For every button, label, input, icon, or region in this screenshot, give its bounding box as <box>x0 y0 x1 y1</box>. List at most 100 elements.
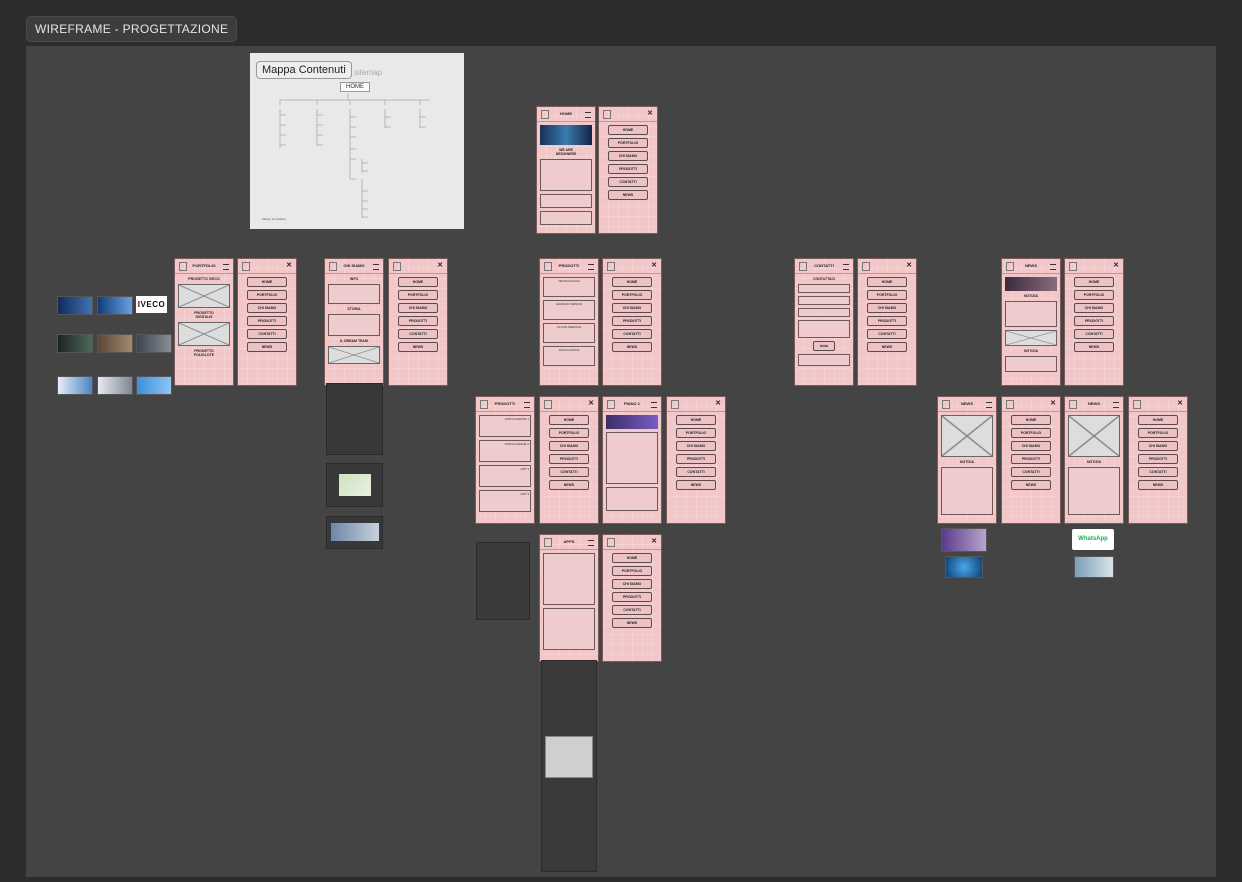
apps-menu-open[interactable]: ✕ HOME PORTFOLIO CHI SIAMO PRODOTTI CONT… <box>602 534 662 662</box>
product-card[interactable]: APPLICAZIONI <box>543 346 595 366</box>
menu-news-button[interactable]: NEWS <box>549 480 589 490</box>
news-page[interactable]: NEWS NOTIZIA NOTIZIA <box>1001 258 1061 386</box>
menu-news-button[interactable]: NEWS <box>398 342 438 352</box>
news-menu-open[interactable]: ✕ HOME PORTFOLIO CHI SIAMO PRODOTTI CONT… <box>1064 258 1124 386</box>
menu-prodotti-button[interactable]: PRODOTTI <box>247 316 287 326</box>
chisiamo-menu-open[interactable]: ✕ HOME PORTFOLIO CHI SIAMO PRODOTTI CONT… <box>388 258 448 386</box>
menu-prodotti-button[interactable]: PRODOTTI <box>612 316 652 326</box>
menu-news-button[interactable]: NEWS <box>612 342 652 352</box>
menu-prodotti-button[interactable]: PRODOTTI <box>1011 454 1051 464</box>
home-menu-open[interactable]: ✕ HOME PORTFOLIO CHI SIAMO PRODOTTI CONT… <box>598 106 658 234</box>
menu-home-button[interactable]: HOME <box>676 415 716 425</box>
notizia-menu-open-2[interactable]: ✕ HOME PORTFOLIO CHI SIAMO PRODOTTI CONT… <box>1128 396 1188 524</box>
menu-portfolio-button[interactable]: PORTFOLIO <box>1138 428 1178 438</box>
close-icon[interactable]: ✕ <box>906 259 912 273</box>
product-card[interactable]: GRAPHIC DESIGN <box>543 300 595 320</box>
close-icon[interactable]: ✕ <box>1050 397 1056 411</box>
menu-chisiamo-button[interactable]: CHI SIAMO <box>247 303 287 313</box>
menu-home-button[interactable]: HOME <box>1011 415 1051 425</box>
menu-chisiamo-button[interactable]: CHI SIAMO <box>676 441 716 451</box>
prodotti-list-menu-open[interactable]: ✕ HOME PORTFOLIO CHI SIAMO PRODOTTI CONT… <box>539 396 599 524</box>
menu-news-button[interactable]: NEWS <box>1138 480 1178 490</box>
app-card[interactable]: APPLICAZIONE 2 <box>479 440 531 462</box>
menu-portfolio-button[interactable]: PORTFOLIO <box>612 290 652 300</box>
menu-contatti-button[interactable]: CONTATTI <box>247 329 287 339</box>
menu-contatti-button[interactable]: CONTATTI <box>1074 329 1114 339</box>
send-button[interactable]: Invia <box>813 341 835 351</box>
close-icon[interactable]: ✕ <box>1113 259 1119 273</box>
menu-contatti-button[interactable]: CONTATTI <box>1138 467 1178 477</box>
menu-home-button[interactable]: HOME <box>247 277 287 287</box>
menu-chisiamo-button[interactable]: CHI SIAMO <box>549 441 589 451</box>
prodotti-menu-open[interactable]: ✕ HOME PORTFOLIO CHI SIAMO PRODOTTI CONT… <box>602 258 662 386</box>
contatti-page[interactable]: CONTATTI CONTATTACI Invia <box>794 258 854 386</box>
app-card[interactable]: APP 3 <box>479 465 531 487</box>
close-icon[interactable]: ✕ <box>715 397 721 411</box>
close-icon[interactable]: ✕ <box>1177 397 1183 411</box>
menu-contatti-button[interactable]: CONTATTI <box>398 329 438 339</box>
prodotti-page[interactable]: PRODOTTI TECNOLOGICA GRAPHIC DESIGN CLOU… <box>539 258 599 386</box>
home-page[interactable]: HOME WE ARE DESIGNERS <box>536 106 596 234</box>
menu-prodotti-button[interactable]: PRODOTTI <box>867 316 907 326</box>
menu-contatti-button[interactable]: CONTATTI <box>612 329 652 339</box>
apps-page[interactable]: APPS <box>539 534 599 662</box>
close-icon[interactable]: ✕ <box>651 259 657 273</box>
portfolio-page[interactable]: PORTFOLIO PROGETTO IVECO PROGETTO DIGITA… <box>174 258 234 386</box>
menu-prodotti-button[interactable]: PRODOTTI <box>398 316 438 326</box>
menu-home-button[interactable]: HOME <box>867 277 907 287</box>
menu-portfolio-button[interactable]: PORTFOLIO <box>398 290 438 300</box>
menu-news-button[interactable]: NEWS <box>247 342 287 352</box>
hamburger-icon[interactable] <box>651 402 657 408</box>
message-field[interactable] <box>798 320 850 338</box>
menu-chisiamo-button[interactable]: CHI SIAMO <box>1138 441 1178 451</box>
hamburger-icon[interactable] <box>1113 402 1119 408</box>
form-field[interactable] <box>798 284 850 293</box>
menu-news-button[interactable]: NEWS <box>676 480 716 490</box>
hamburger-icon[interactable] <box>524 402 530 408</box>
menu-contatti-button[interactable]: CONTATTI <box>608 177 648 187</box>
menu-news-button[interactable]: NEWS <box>1011 480 1051 490</box>
portfolio-menu-open[interactable]: ✕ HOME PORTFOLIO CHI SIAMO PRODOTTI CONT… <box>237 258 297 386</box>
piano-page[interactable]: PIANO 1 <box>602 396 662 524</box>
menu-chisiamo-button[interactable]: CHI SIAMO <box>612 579 652 589</box>
menu-portfolio-button[interactable]: PORTFOLIO <box>247 290 287 300</box>
close-icon[interactable]: ✕ <box>286 259 292 273</box>
contatti-menu-open[interactable]: ✕ HOME PORTFOLIO CHI SIAMO PRODOTTI CONT… <box>857 258 917 386</box>
menu-home-button[interactable]: HOME <box>549 415 589 425</box>
menu-chisiamo-button[interactable]: CHI SIAMO <box>398 303 438 313</box>
menu-home-button[interactable]: HOME <box>1138 415 1178 425</box>
menu-portfolio-button[interactable]: PORTFOLIO <box>612 566 652 576</box>
chisiamo-page[interactable]: CHI SIAMO INFO STORIA IL DREAM TEAM <box>324 258 384 386</box>
hamburger-icon[interactable] <box>585 112 591 118</box>
menu-contatti-button[interactable]: CONTATTI <box>612 605 652 615</box>
menu-prodotti-button[interactable]: PRODOTTI <box>608 164 648 174</box>
piano-menu-open[interactable]: ✕ HOME PORTFOLIO CHI SIAMO PRODOTTI CONT… <box>666 396 726 524</box>
menu-chisiamo-button[interactable]: CHI SIAMO <box>867 303 907 313</box>
menu-portfolio-button[interactable]: PORTFOLIO <box>676 428 716 438</box>
menu-portfolio-button[interactable]: PORTFOLIO <box>549 428 589 438</box>
menu-prodotti-button[interactable]: PRODOTTI <box>612 592 652 602</box>
hamburger-icon[interactable] <box>588 264 594 270</box>
menu-home-button[interactable]: HOME <box>398 277 438 287</box>
notizia-page-2[interactable]: NEWS NOTIZIA <box>1064 396 1124 524</box>
product-card[interactable]: CLOUD SERVICE <box>543 323 595 343</box>
hamburger-icon[interactable] <box>843 264 849 270</box>
menu-home-button[interactable]: HOME <box>612 277 652 287</box>
hamburger-icon[interactable] <box>1050 264 1056 270</box>
menu-prodotti-button[interactable]: PRODOTTI <box>1138 454 1178 464</box>
menu-home-button[interactable]: HOME <box>1074 277 1114 287</box>
menu-contatti-button[interactable]: CONTATTI <box>676 467 716 477</box>
menu-chisiamo-button[interactable]: CHI SIAMO <box>1011 441 1051 451</box>
hamburger-icon[interactable] <box>588 540 594 546</box>
sitemap-card[interactable]: Mappa Contenuti sitemap HOME Manyo & Cre… <box>250 53 464 229</box>
menu-news-button[interactable]: NEWS <box>867 342 907 352</box>
menu-prodotti-button[interactable]: PRODOTTI <box>676 454 716 464</box>
menu-home-button[interactable]: HOME <box>612 553 652 563</box>
menu-news-button[interactable]: NEWS <box>608 190 648 200</box>
close-icon[interactable]: ✕ <box>588 397 594 411</box>
close-icon[interactable]: ✕ <box>437 259 443 273</box>
menu-contatti-button[interactable]: CONTATTI <box>1011 467 1051 477</box>
menu-chisiamo-button[interactable]: CHI SIAMO <box>608 151 648 161</box>
close-icon[interactable]: ✕ <box>647 107 653 121</box>
form-field[interactable] <box>798 296 850 305</box>
